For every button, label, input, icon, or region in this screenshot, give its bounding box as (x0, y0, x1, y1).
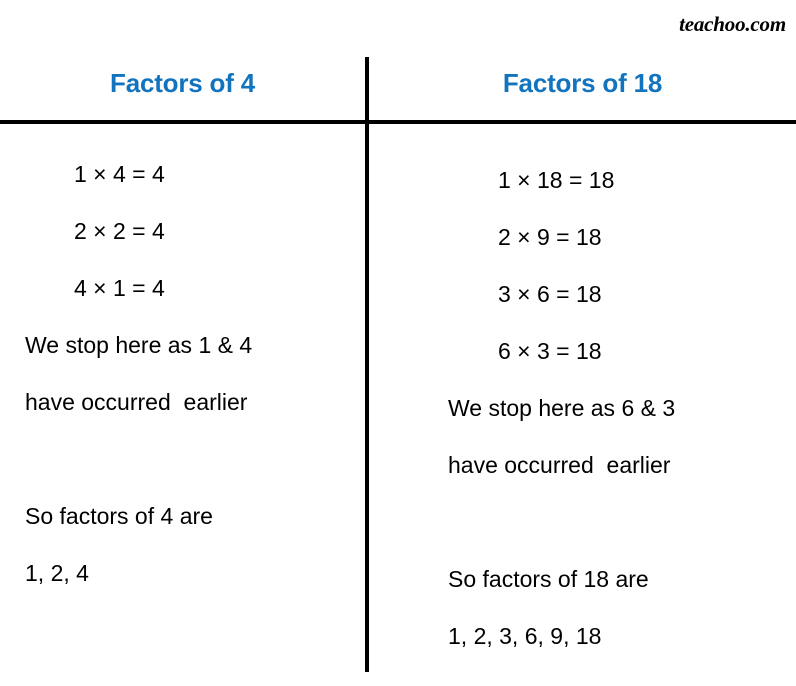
explanation-line: So factors of 18 are (448, 566, 649, 592)
factor-equation-line: 6 × 3 = 18 (498, 338, 602, 364)
factors-comparison-table: teachoo.com Factors of 4 Factors of 18 1… (0, 0, 796, 686)
explanation-line: We stop here as 1 & 4 (25, 332, 253, 358)
factor-equation-line: 2 × 9 = 18 (498, 224, 602, 250)
teachoo-watermark: teachoo.com (679, 12, 786, 36)
column-header-factors-of-18: Factors of 18 (502, 68, 663, 98)
column-body-factors-of-18: 1 × 18 = 18 2 × 9 = 18 3 × 6 = 18 6 × 3 = 1… (369, 152, 796, 665)
explanation-line: have occurred earlier (25, 389, 248, 415)
column-body-factors-of-4: 1 × 4 = 4 2 × 2 = 4 4 × 1 = 4 We stop here … (0, 146, 365, 602)
explanation-line: So factors of 4 are (25, 503, 213, 529)
column-header-factors-of-4: Factors of 4 (110, 68, 255, 98)
factor-equation-line: 1 × 4 = 4 (74, 161, 165, 187)
explanation-line: We stop here as 6 & 3 (448, 395, 676, 421)
factor-equation-line: 3 × 6 = 18 (498, 281, 602, 307)
explanation-line: 1, 2, 4 (25, 560, 89, 586)
factor-equation-line: 4 × 1 = 4 (74, 275, 165, 301)
explanation-line: have occurred earlier (448, 452, 671, 478)
header-divider-horizontal (0, 120, 796, 124)
explanation-line: 1, 2, 3, 6, 9, 18 (448, 623, 602, 649)
factor-equation-line: 2 × 2 = 4 (74, 218, 165, 244)
factor-equation-line: 1 × 18 = 18 (498, 167, 615, 193)
